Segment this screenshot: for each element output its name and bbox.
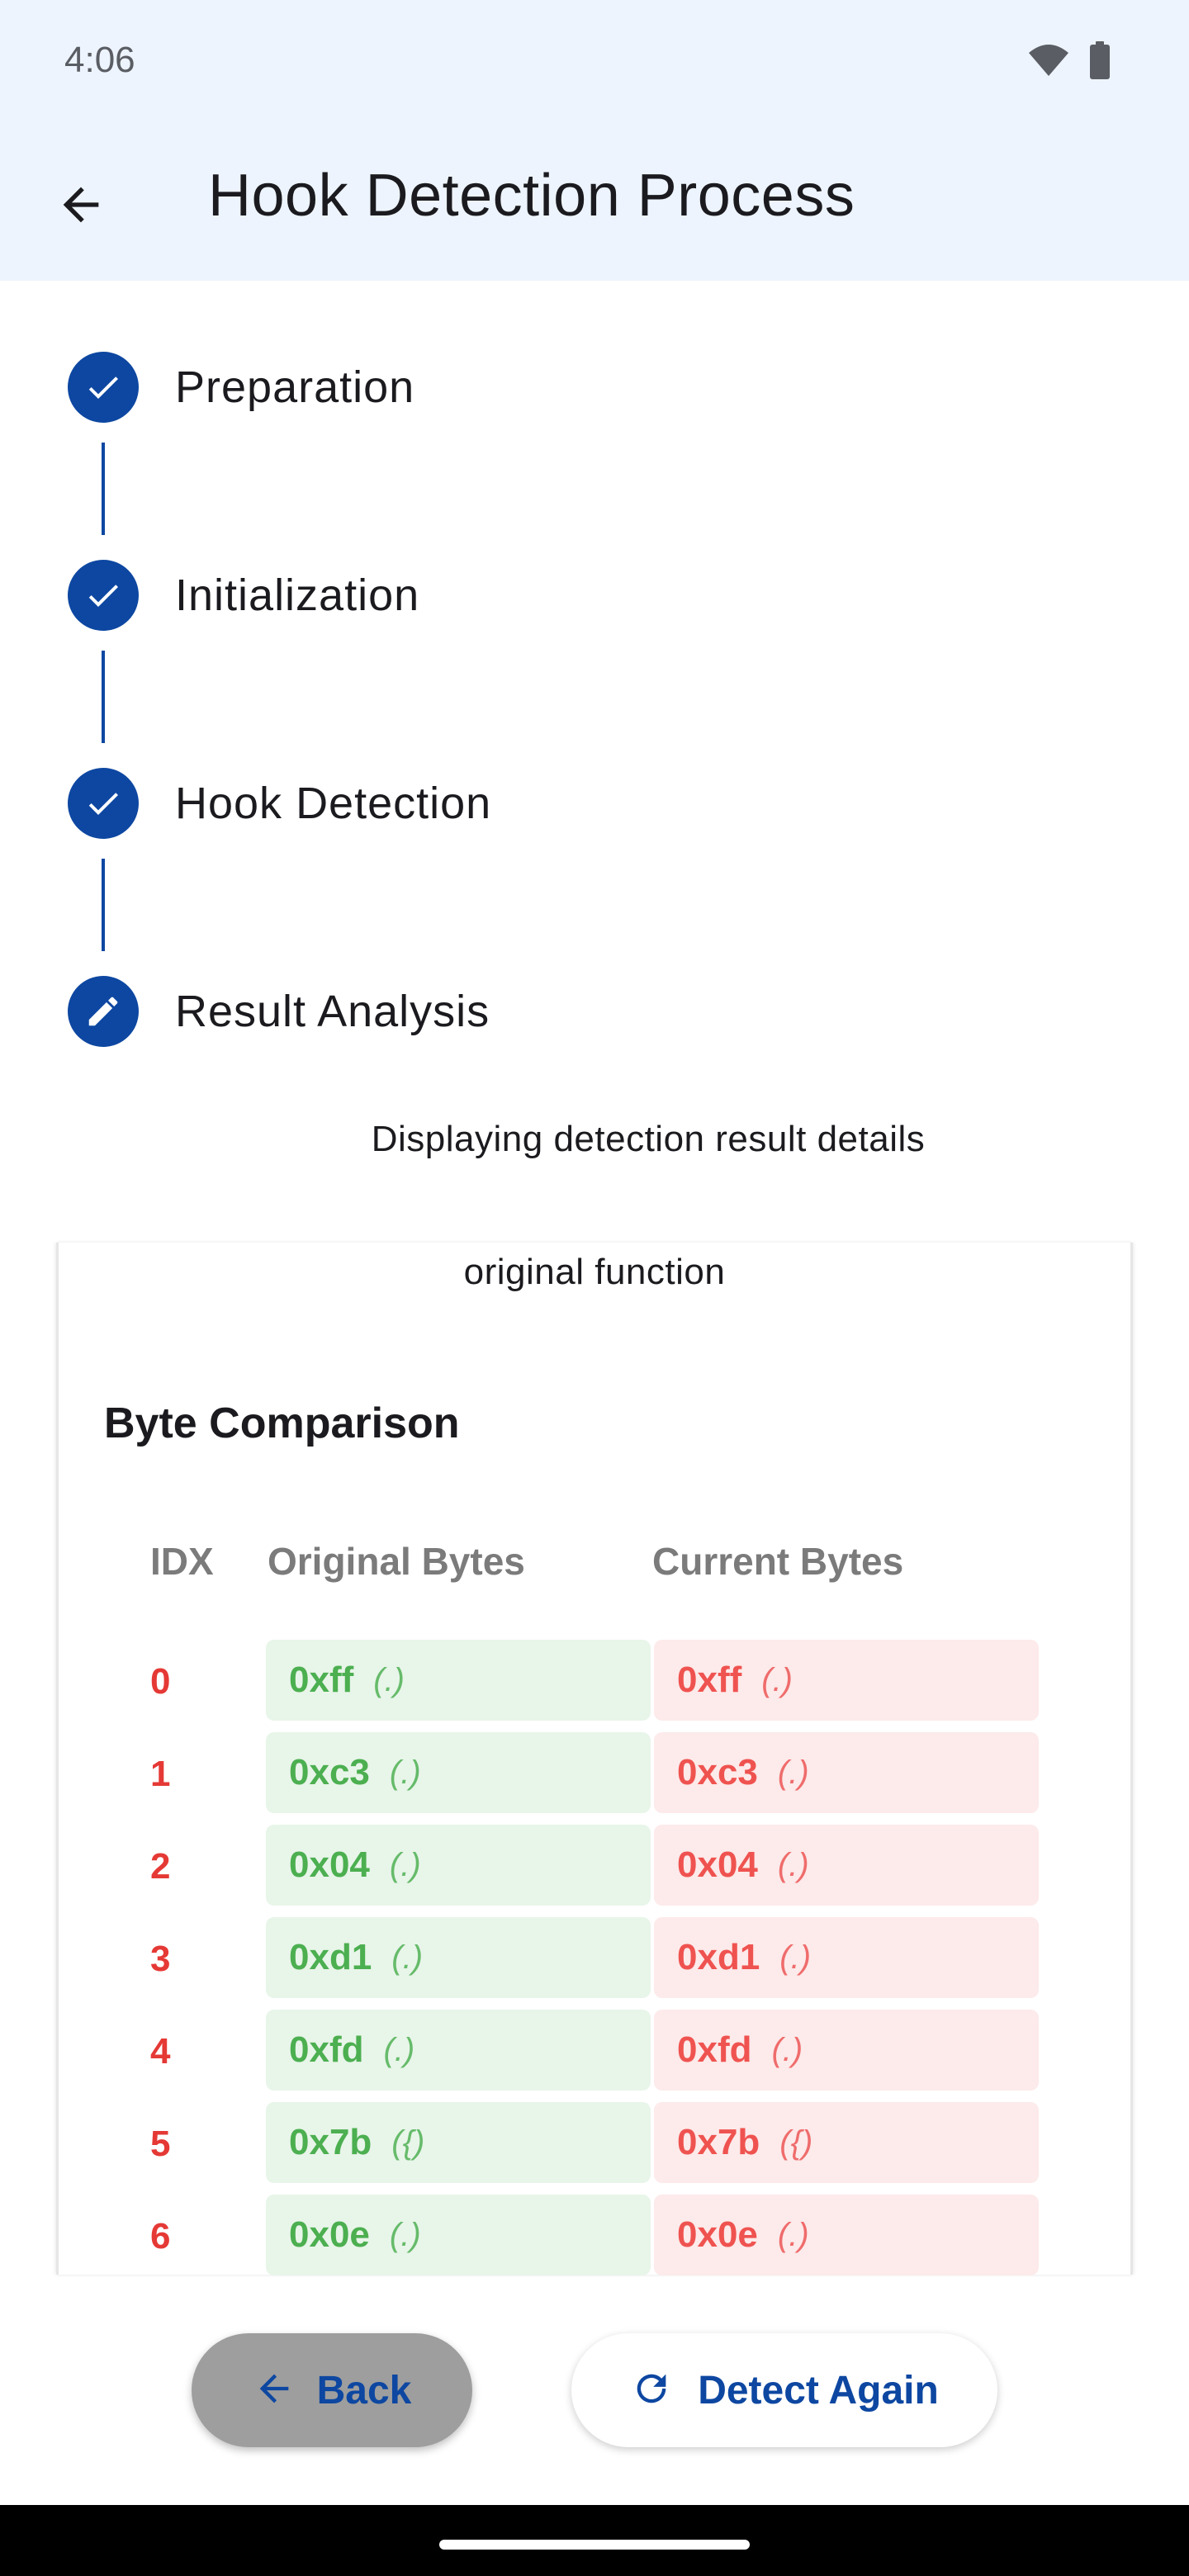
original-byte-cell: 0x7b ({) — [266, 2102, 651, 2183]
hex-value: 0x0e — [289, 2214, 370, 2255]
current-byte-cell: 0xd1 (.) — [654, 1917, 1039, 1998]
detect-again-label: Detect Again — [698, 2368, 939, 2413]
byte-table: 0 0xff (.) 0xff (.) 1 0xc3 (.) 0xc3 (.) 2 0x… — [0, 0, 1189, 2275]
hex-value: 0xc3 — [289, 1752, 370, 1792]
hex-value: 0x04 — [677, 1844, 758, 1885]
back-button[interactable]: Back — [192, 2333, 472, 2447]
hex-value: 0x7b — [677, 2122, 760, 2162]
char-value: (.) — [391, 1939, 424, 1976]
char-value: (.) — [389, 2216, 421, 2253]
char-value: ({) — [779, 2124, 813, 2161]
hex-value: 0x7b — [289, 2122, 372, 2162]
arrow-left-icon — [253, 2367, 296, 2414]
table-row: 5 0x7b ({) 0x7b ({) — [0, 2102, 1189, 2185]
current-byte-cell: 0xff (.) — [654, 1640, 1039, 1721]
char-value: (.) — [373, 1661, 405, 1698]
hex-value: 0xff — [289, 1660, 354, 1700]
original-byte-cell: 0xff (.) — [266, 1640, 651, 1721]
current-byte-cell: 0x04 (.) — [654, 1825, 1039, 1906]
current-byte-cell: 0x7b ({) — [654, 2102, 1039, 2183]
char-value: (.) — [779, 1939, 812, 1976]
row-idx: 1 — [150, 1754, 171, 1794]
home-gesture-handle[interactable] — [439, 2540, 750, 2550]
original-byte-cell: 0x0e (.) — [266, 2195, 651, 2275]
row-idx: 0 — [150, 1661, 171, 1702]
refresh-icon — [630, 2367, 673, 2414]
table-row: 2 0x04 (.) 0x04 (.) — [0, 1825, 1189, 1907]
char-value: (.) — [777, 1846, 809, 1883]
original-byte-cell: 0xd1 (.) — [266, 1917, 651, 1998]
char-value: (.) — [771, 2031, 803, 2068]
hex-value: 0x0e — [677, 2214, 758, 2255]
table-row: 3 0xd1 (.) 0xd1 (.) — [0, 1917, 1189, 2000]
row-idx: 6 — [150, 2216, 171, 2256]
row-idx: 5 — [150, 2124, 171, 2164]
char-value: (.) — [761, 1661, 793, 1698]
current-byte-cell: 0xc3 (.) — [654, 1732, 1039, 1813]
hex-value: 0xff — [677, 1660, 742, 1700]
detect-again-button[interactable]: Detect Again — [571, 2333, 997, 2447]
hex-value: 0xfd — [677, 2029, 752, 2070]
char-value: (.) — [389, 1754, 421, 1791]
table-row: 0 0xff (.) 0xff (.) — [0, 1640, 1189, 1722]
hex-value: 0x04 — [289, 1844, 370, 1885]
table-row: 1 0xc3 (.) 0xc3 (.) — [0, 1732, 1189, 1815]
current-byte-cell: 0x0e (.) — [654, 2195, 1039, 2275]
current-byte-cell: 0xfd (.) — [654, 2010, 1039, 2091]
char-value: ({) — [391, 2124, 425, 2161]
char-value: (.) — [389, 1846, 421, 1883]
hex-value: 0xd1 — [677, 1937, 760, 1977]
original-byte-cell: 0xfd (.) — [266, 2010, 651, 2091]
original-byte-cell: 0x04 (.) — [266, 1825, 651, 1906]
hex-value: 0xc3 — [677, 1752, 758, 1792]
table-row: 6 0x0e (.) 0x0e (.) — [0, 2195, 1189, 2275]
row-idx: 4 — [150, 2031, 171, 2072]
char-value: (.) — [777, 1754, 809, 1791]
hex-value: 0xd1 — [289, 1937, 372, 1977]
back-button-label: Back — [316, 2368, 412, 2413]
hex-value: 0xfd — [289, 2029, 364, 2070]
char-value: (.) — [777, 2216, 809, 2253]
char-value: (.) — [383, 2031, 415, 2068]
original-byte-cell: 0xc3 (.) — [266, 1732, 651, 1813]
table-row: 4 0xfd (.) 0xfd (.) — [0, 2010, 1189, 2092]
row-idx: 3 — [150, 1939, 171, 1979]
row-idx: 2 — [150, 1846, 171, 1887]
